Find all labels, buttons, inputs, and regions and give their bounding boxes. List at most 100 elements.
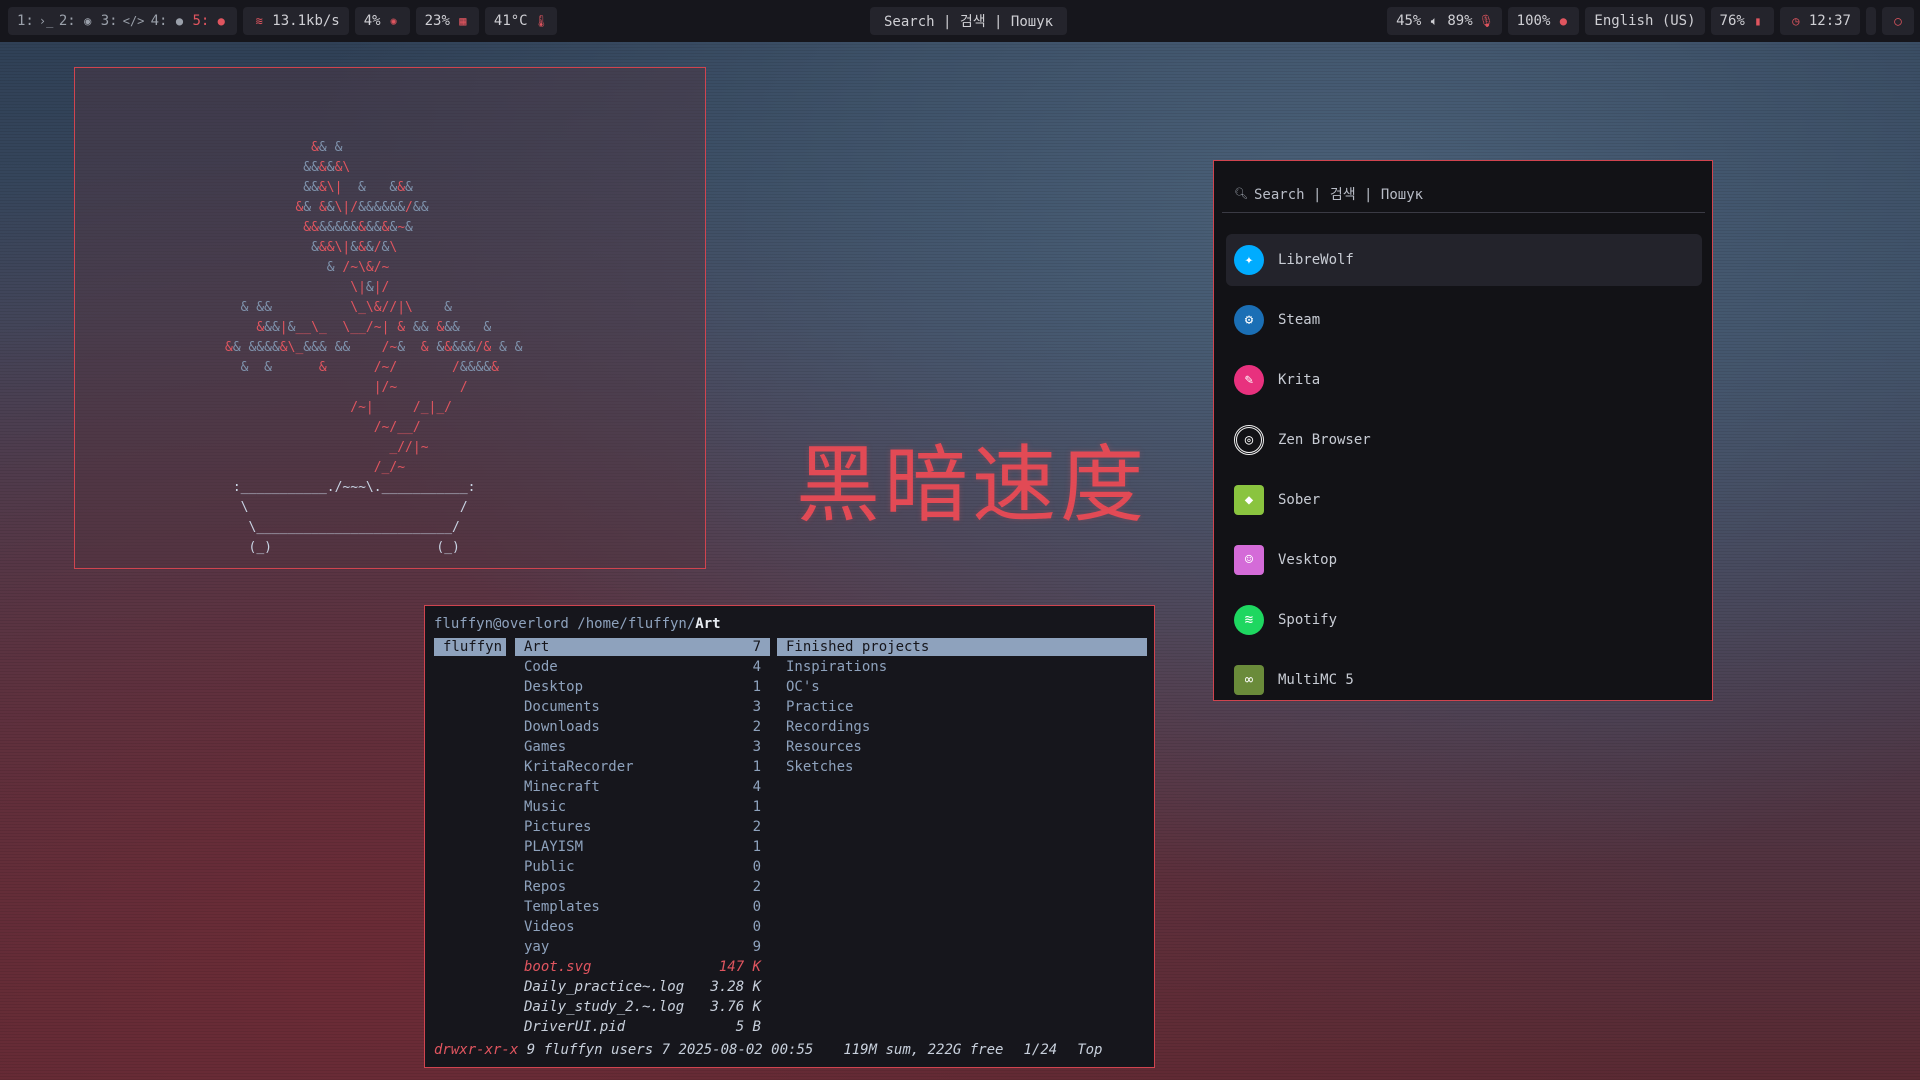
preview-name: Recordings: [786, 718, 870, 738]
preview-row[interactable]: Finished projects: [777, 638, 1147, 656]
top-search[interactable]: Search | 검색 | Пошук: [870, 7, 1067, 35]
directory-row[interactable]: yay 9: [515, 938, 770, 958]
preview-name: Sketches: [786, 758, 853, 778]
brightness-widget[interactable]: 100% ●: [1508, 7, 1580, 35]
app-item-vesktop[interactable]: ☺ Vesktop: [1226, 534, 1702, 586]
directory-row[interactable]: Templates 0: [515, 898, 770, 918]
file-size: 3.28 K: [710, 978, 761, 998]
file-row[interactable]: Daily_practice~.log 3.28 K: [515, 978, 770, 998]
entry-name: Pictures: [524, 818, 591, 838]
clock-widget[interactable]: ◷ 12:37: [1780, 7, 1860, 35]
preview-row[interactable]: OC's: [777, 678, 1147, 698]
directory-row[interactable]: Art 7: [515, 638, 770, 656]
app-item-multimc[interactable]: ∞ MultiMC 5: [1226, 654, 1702, 706]
app-item-spotify[interactable]: ≋ Spotify: [1226, 594, 1702, 646]
entry-count: 2: [753, 878, 761, 898]
entry-count: 7: [753, 638, 761, 656]
directory-row[interactable]: Pictures 2: [515, 818, 770, 838]
preview-row[interactable]: Resources: [777, 738, 1147, 758]
cpu-icon: ✺: [387, 14, 401, 28]
app-item-librewolf[interactable]: ✦ LibreWolf: [1226, 234, 1702, 286]
file-row[interactable]: boot.svg 147 K: [515, 958, 770, 978]
code-icon: </>: [123, 14, 145, 28]
thermometer-icon: 🌡︎: [534, 14, 548, 28]
audio-widget[interactable]: 45% 🔈︎ 89% 🎙︎: [1387, 7, 1502, 35]
memory-usage: 23%: [425, 13, 450, 29]
workspace-1[interactable]: 1: ›_: [17, 13, 53, 29]
temperature-widget[interactable]: 41°C 🌡︎: [485, 7, 557, 35]
vesktop-icon: ☺: [1234, 545, 1264, 575]
keyboard-layout[interactable]: English (US): [1585, 7, 1704, 35]
preview-name: Inspirations: [786, 658, 887, 678]
path-prefix: fluffyn@overlord /home/fluffyn/: [434, 616, 695, 632]
top-bar: 1: ›_ 2: ◉ 3: </> 4: ● 5: ● ≋ 13.1kb/s 4% ✺ 23%…: [0, 0, 1920, 42]
directory-row[interactable]: PLAYISM 1: [515, 838, 770, 858]
circle-icon: ●: [172, 14, 186, 28]
preview-row[interactable]: Sketches: [777, 758, 1147, 778]
file-manager-window[interactable]: fluffyn@overlord /home/fluffyn/Art fluff…: [424, 605, 1155, 1068]
file-size: 5 B: [736, 1018, 761, 1038]
preview-row[interactable]: Practice: [777, 698, 1147, 718]
workspace-3[interactable]: 3: </>: [101, 13, 145, 29]
entry-name: Minecraft: [524, 778, 600, 798]
entry-name: Templates: [524, 898, 600, 918]
directory-row[interactable]: Minecraft 4: [515, 778, 770, 798]
entry-count: 1: [753, 838, 761, 858]
workspace-5[interactable]: 5: ●: [192, 13, 228, 29]
directory-row[interactable]: KritaRecorder 1: [515, 758, 770, 778]
file-row[interactable]: DriverUI.pid 5 B: [515, 1018, 770, 1038]
disk-summary: 119M sum, 222G free: [843, 1042, 1003, 1058]
path-bar: fluffyn@overlord /home/fluffyn/Art: [434, 616, 721, 632]
file-name: DriverUI.pid: [524, 1018, 625, 1038]
battery-icon: ▮: [1751, 14, 1765, 28]
directory-row[interactable]: Desktop 1: [515, 678, 770, 698]
parent-directory[interactable]: fluffyn: [434, 638, 506, 656]
app-name: Krita: [1278, 372, 1320, 388]
network-speed: 13.1kb/s: [272, 13, 339, 29]
directory-row[interactable]: Games 3: [515, 738, 770, 758]
app-item-steam[interactable]: ⚙ Steam: [1226, 294, 1702, 346]
app-name: LibreWolf: [1278, 252, 1354, 268]
app-item-zen-browser[interactable]: ◎ Zen Browser: [1226, 414, 1702, 466]
preview-row[interactable]: Inspirations: [777, 658, 1147, 678]
preview-pane: Finished projects Inspirations OC's Practic…: [777, 638, 1147, 778]
workspace-2[interactable]: 2: ◉: [59, 13, 95, 29]
directory-row[interactable]: Music 1: [515, 798, 770, 818]
ascii-art: && & &&&&&\ &&&\| & &&& && &&\|/&&&&&&/&…: [225, 138, 522, 558]
directory-row[interactable]: Downloads 2: [515, 718, 770, 738]
scroll-position: Top: [1077, 1042, 1102, 1058]
entry-name: Repos: [524, 878, 566, 898]
entry-count: 3: [753, 738, 761, 758]
permissions: drwxr-xr-x: [434, 1042, 518, 1058]
path-current: Art: [695, 616, 720, 632]
multimc-icon: ∞: [1234, 665, 1264, 695]
app-item-krita[interactable]: ✎ Krita: [1226, 354, 1702, 406]
cpu-usage: 4%: [364, 13, 381, 29]
battery-widget[interactable]: 76% ▮: [1711, 7, 1774, 35]
entry-name: Music: [524, 798, 566, 818]
status-area: 45% 🔈︎ 89% 🎙︎ 100% ● English (US) 76% ▮ ◷ 12:3…: [1381, 7, 1914, 35]
app-name: Sober: [1278, 492, 1320, 508]
keyboard-layout-label: English (US): [1594, 13, 1695, 29]
directory-row[interactable]: Repos 2: [515, 878, 770, 898]
mic-value: 89%: [1447, 13, 1472, 29]
ascii-art-window[interactable]: && & &&&&&\ &&&\| & &&& && &&\|/&&&&&&/&…: [74, 67, 706, 569]
directory-row[interactable]: Code 4: [515, 658, 770, 678]
entry-name: PLAYISM: [524, 838, 583, 858]
directory-row[interactable]: Documents 3: [515, 698, 770, 718]
directory-row[interactable]: Public 0: [515, 858, 770, 878]
network-widget[interactable]: ≋ 13.1kb/s: [243, 7, 348, 35]
app-item-sober[interactable]: ◆ Sober: [1226, 474, 1702, 526]
power-button[interactable]: ◯: [1882, 7, 1914, 35]
entry-name: Videos: [524, 918, 575, 938]
workspace-4[interactable]: 4: ●: [151, 13, 187, 29]
directory-row[interactable]: Videos 0: [515, 918, 770, 938]
file-row[interactable]: Daily_study_2.~.log 3.76 K: [515, 998, 770, 1018]
memory-widget[interactable]: 23% ▦: [416, 7, 479, 35]
clock-icon: ◷: [1789, 14, 1803, 28]
cpu-widget[interactable]: 4% ✺: [355, 7, 410, 35]
launcher-search-input[interactable]: 🔍︎ Search | 검색 | Пошук: [1222, 175, 1705, 213]
chrome-icon: ◉: [81, 14, 95, 28]
preview-row[interactable]: Recordings: [777, 718, 1147, 738]
preview-name: Finished projects: [786, 638, 929, 656]
